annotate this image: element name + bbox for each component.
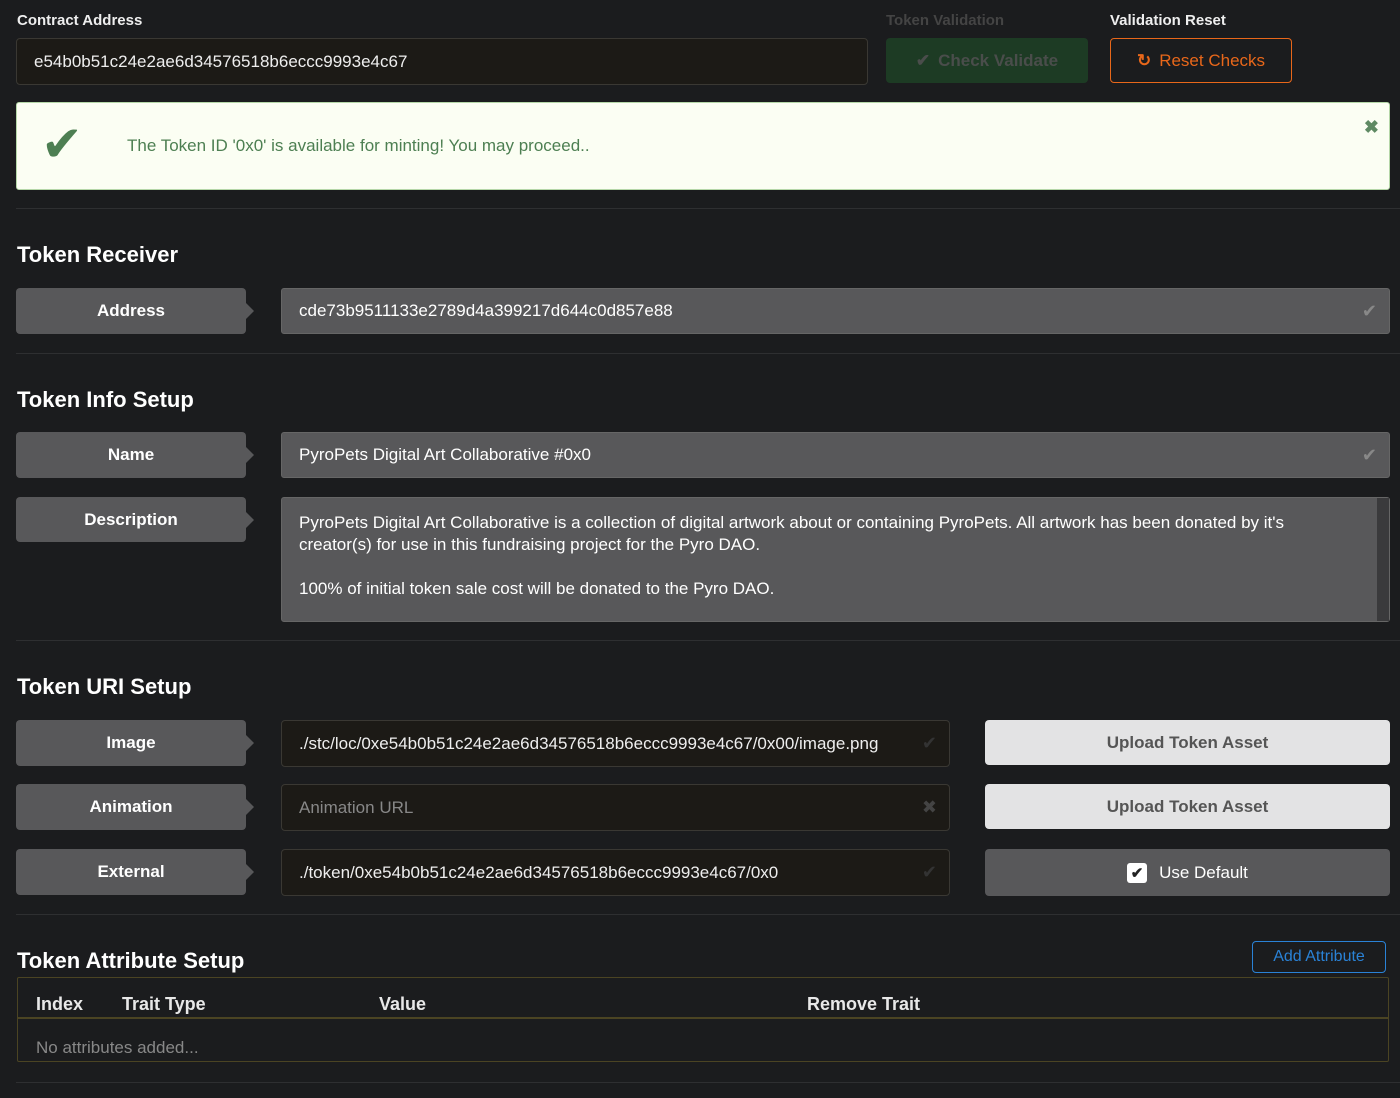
column-header: Value [379, 994, 427, 1014]
success-alert: ✔ The Token ID '0x0' is available for mi… [16, 102, 1390, 190]
animation-label: Animation [16, 784, 254, 830]
check-icon: ✔ [1361, 444, 1377, 465]
column-header: Trait Type [122, 994, 206, 1014]
check-icon: ✔ [915, 50, 931, 70]
alert-message: The Token ID '0x0' is available for mint… [127, 136, 590, 155]
address-label: Address [16, 288, 254, 334]
textarea-scrollbar[interactable] [1377, 498, 1389, 621]
check-icon: ✔ [41, 116, 83, 172]
use-default-toggle[interactable]: ✔ Use Default [985, 849, 1390, 896]
upload-animation-button[interactable]: Upload Token Asset [985, 784, 1390, 829]
external-label: External [16, 849, 254, 895]
contract-address-label: Contract Address [17, 12, 143, 29]
table-header: Index Trait Type Value Remove Trait [18, 978, 1388, 1019]
receiver-address-input[interactable]: cde73b9511133e2789d4a399217d644c0d857e88… [281, 288, 1390, 334]
upload-image-button[interactable]: Upload Token Asset [985, 720, 1390, 765]
name-label: Name [16, 432, 254, 478]
check-validate-button[interactable]: ✔ Check Validate [886, 38, 1088, 83]
token-attribute-title: Token Attribute Setup [17, 948, 245, 973]
image-label: Image [16, 720, 254, 766]
check-icon: ✔ [921, 862, 937, 882]
external-url-input[interactable]: ./token/0xe54b0b51c24e2ae6d34576518b6ecc… [281, 849, 950, 896]
validation-reset-label: Validation Reset [1110, 12, 1226, 29]
token-name-input[interactable]: PyroPets Digital Art Collaborative #0x0 ✔ [281, 432, 1390, 478]
token-info-title: Token Info Setup [17, 387, 194, 412]
empty-message: No attributes added... [36, 1038, 199, 1057]
description-textarea[interactable]: PyroPets Digital Art Collaborative is a … [281, 497, 1390, 622]
attributes-table: Index Trait Type Value Remove Trait No a… [17, 977, 1389, 1062]
redo-icon: ↻ [1136, 50, 1152, 70]
image-url-input[interactable]: ./stc/loc/0xe54b0b51c24e2ae6d34576518b6e… [281, 720, 950, 767]
animation-url-input[interactable]: Animation URL ✖ [281, 784, 950, 831]
column-header: Index [36, 994, 84, 1014]
close-icon: ✖ [921, 797, 937, 817]
token-validation-label: Token Validation [886, 12, 1005, 29]
checkbox[interactable]: ✔ [1127, 862, 1148, 883]
add-attribute-button[interactable]: Add Attribute [1252, 941, 1386, 973]
contract-address-input[interactable]: e54b0b51c24e2ae6d34576518b6eccc9993e4c67 [16, 38, 868, 85]
reset-checks-button[interactable]: ↻ Reset Checks [1110, 38, 1292, 83]
token-receiver-title: Token Receiver [17, 242, 179, 267]
close-icon[interactable]: ✖ [1364, 117, 1379, 138]
check-icon: ✔ [921, 733, 937, 753]
column-header: Remove Trait [807, 994, 921, 1014]
description-label: Description [16, 497, 254, 542]
token-uri-title: Token URI Setup [17, 674, 192, 699]
check-icon: ✔ [1361, 300, 1377, 321]
